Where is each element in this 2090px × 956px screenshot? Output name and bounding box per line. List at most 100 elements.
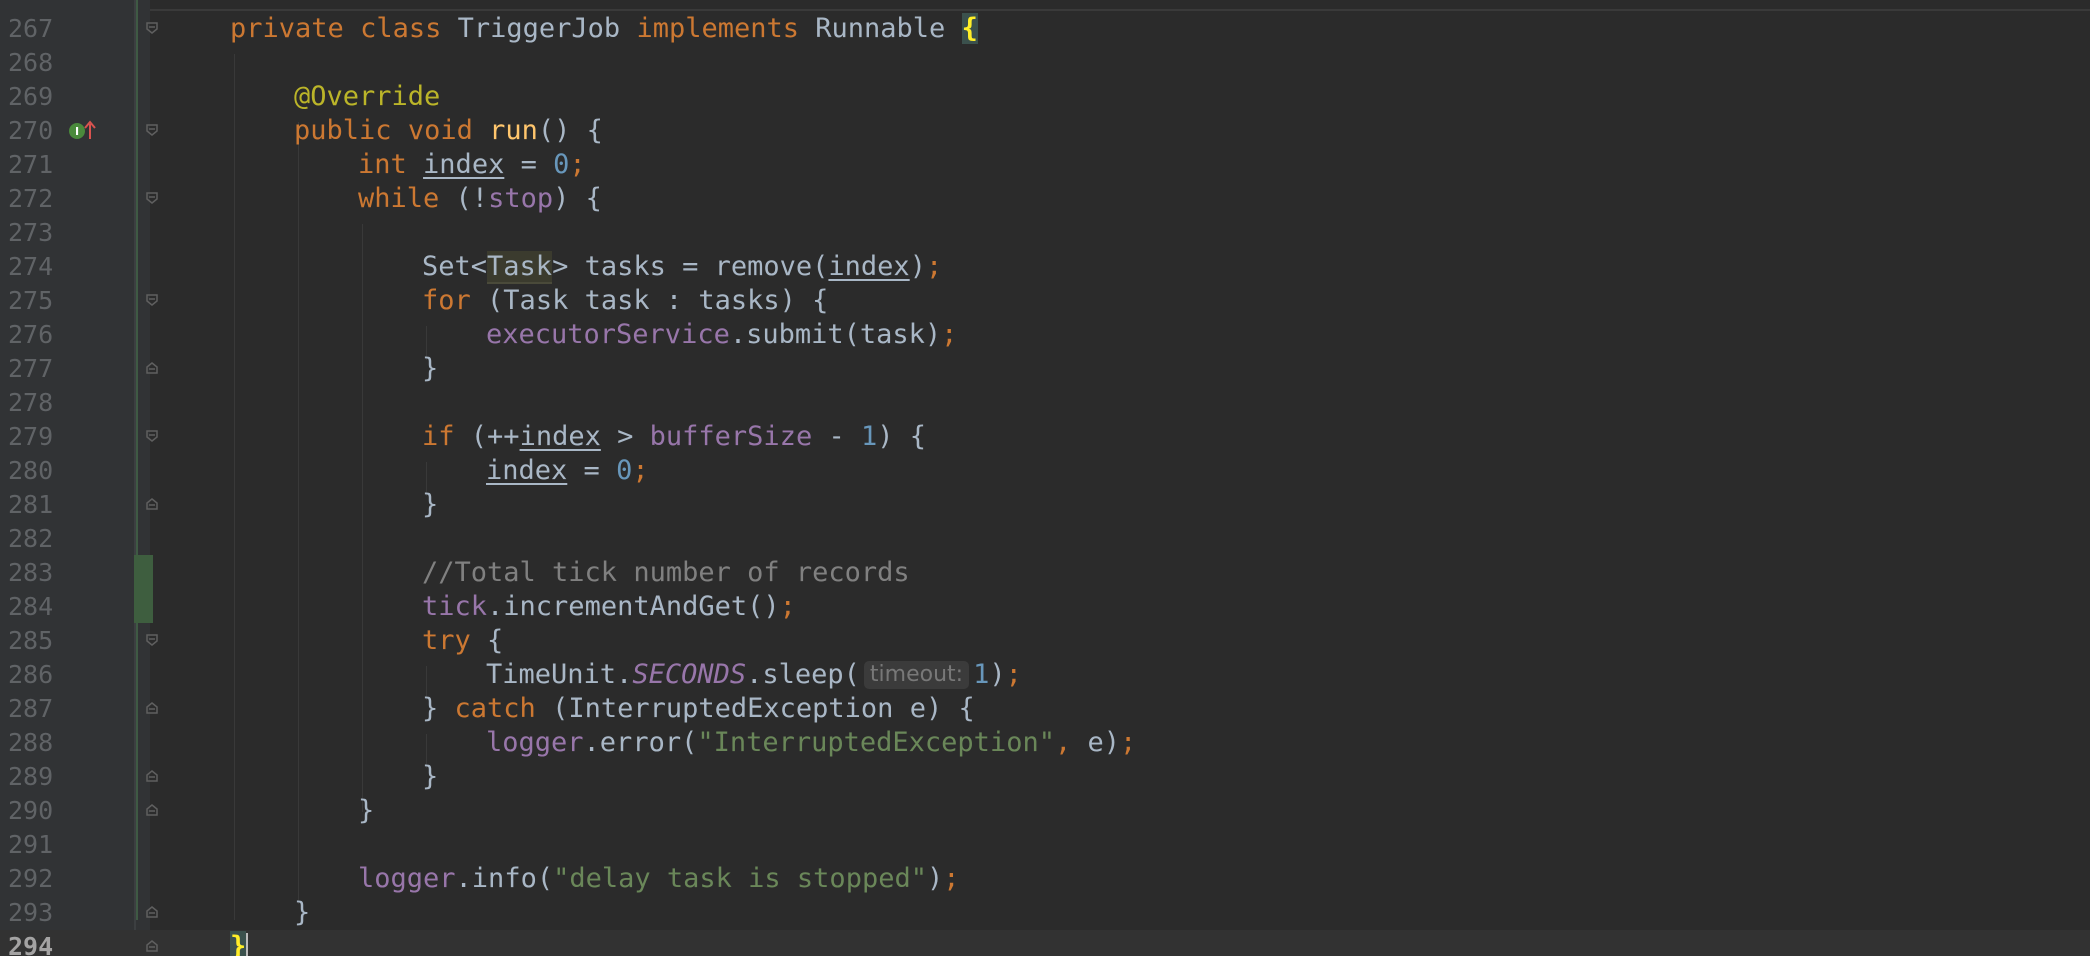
code-line[interactable]: 279 if (++index > bufferSize - 1) { [0, 420, 2090, 454]
matched-brace: } [230, 931, 247, 956]
code-text[interactable]: } [422, 352, 438, 386]
line-number: 292 [8, 864, 54, 893]
code-text[interactable]: while (!stop) { [358, 182, 602, 216]
fold-end-icon[interactable] [145, 361, 159, 375]
code-line[interactable]: 271 int index = 0; [0, 148, 2090, 182]
code-text[interactable]: executorService.submit(task); [486, 318, 957, 352]
code-text[interactable]: tick.incrementAndGet(); [422, 590, 796, 624]
line-number: 288 [8, 728, 54, 757]
code-line[interactable]: 290 } [0, 794, 2090, 828]
code-line[interactable]: 276 executorService.submit(task); [0, 318, 2090, 352]
line-number: 290 [8, 796, 54, 825]
line-number: 274 [8, 252, 54, 281]
line-number: 281 [8, 490, 54, 519]
code-line[interactable]: 293 } [0, 896, 2090, 930]
code-text[interactable]: Set<Task> tasks = remove(index); [422, 250, 942, 284]
line-number: 283 [8, 558, 54, 587]
code-text[interactable]: } catch (InterruptedException e) { [422, 692, 975, 726]
code-line[interactable]: 284 tick.incrementAndGet(); [0, 590, 2090, 624]
highlighted-usage: Task [487, 251, 553, 284]
code-text[interactable]: for (Task task : tasks) { [422, 284, 828, 318]
matched-brace: { [961, 13, 978, 44]
line-number: 294 [8, 932, 54, 956]
code-text[interactable]: public void run() { [294, 114, 603, 148]
line-number: 280 [8, 456, 54, 485]
code-line-current[interactable]: 294 } [0, 930, 2090, 956]
fold-collapse-icon[interactable] [145, 293, 159, 307]
code-text[interactable]: } [422, 488, 438, 522]
parameter-hint: timeout: [863, 661, 970, 689]
code-text[interactable]: private class TriggerJob implements Runn… [230, 12, 978, 46]
code-line[interactable]: 278 [0, 386, 2090, 420]
line-number: 279 [8, 422, 54, 451]
fold-collapse-icon[interactable] [145, 429, 159, 443]
code-text[interactable]: logger.error("InterruptedException", e); [486, 726, 1136, 760]
code-line[interactable]: 268 [0, 46, 2090, 80]
method-separator-line [150, 9, 2090, 11]
code-line[interactable]: 267 private class TriggerJob implements … [0, 12, 2090, 46]
line-number: 272 [8, 184, 54, 213]
line-number: 286 [8, 660, 54, 689]
line-number: 282 [8, 524, 54, 553]
code-text[interactable]: int index = 0; [358, 148, 586, 182]
code-text[interactable]: logger.info("delay task is stopped"); [358, 862, 960, 896]
line-number: 273 [8, 218, 54, 247]
fold-end-icon[interactable] [145, 701, 159, 715]
line-number: 269 [8, 82, 54, 111]
code-line[interactable]: 274 Set<Task> tasks = remove(index); [0, 250, 2090, 284]
code-line[interactable]: 272 while (!stop) { [0, 182, 2090, 216]
code-line[interactable]: 282 [0, 522, 2090, 556]
code-text[interactable]: if (++index > bufferSize - 1) { [422, 420, 926, 454]
code-line[interactable]: 277 } [0, 352, 2090, 386]
code-text[interactable]: @Override [294, 80, 440, 114]
line-number: 291 [8, 830, 54, 859]
line-number: 289 [8, 762, 54, 791]
code-text[interactable]: index = 0; [486, 454, 649, 488]
fold-end-icon[interactable] [145, 939, 159, 953]
code-line[interactable]: 280 index = 0; [0, 454, 2090, 488]
code-line[interactable]: 291 [0, 828, 2090, 862]
code-line[interactable]: 283 //Total tick number of records [0, 556, 2090, 590]
code-line[interactable]: 281 } [0, 488, 2090, 522]
line-number: 287 [8, 694, 54, 723]
code-line[interactable]: 270 I public void run() { [0, 114, 2090, 148]
code-line[interactable]: 285 try { [0, 624, 2090, 658]
code-text[interactable]: } [358, 794, 374, 828]
code-line[interactable]: 286 TimeUnit.SECONDS.sleep(timeout: 1); [0, 658, 2090, 692]
line-number: 293 [8, 898, 54, 927]
code-line[interactable]: 292 logger.info("delay task is stopped")… [0, 862, 2090, 896]
fold-collapse-icon[interactable] [145, 21, 159, 35]
code-editor[interactable]: 267 private class TriggerJob implements … [0, 0, 2090, 956]
line-number: 277 [8, 354, 54, 383]
code-text[interactable]: TimeUnit.SECONDS.sleep(timeout: 1); [486, 658, 1022, 692]
fold-collapse-icon[interactable] [145, 123, 159, 137]
line-number: 285 [8, 626, 54, 655]
line-number: 268 [8, 48, 54, 77]
svg-text:I: I [75, 125, 79, 138]
code-text[interactable]: } [230, 930, 249, 956]
fold-end-icon[interactable] [145, 497, 159, 511]
line-number: 275 [8, 286, 54, 315]
line-number: 270 [8, 116, 54, 145]
code-text[interactable]: //Total tick number of records [422, 556, 910, 590]
line-number: 271 [8, 150, 54, 179]
fold-end-icon[interactable] [145, 803, 159, 817]
code-line[interactable]: 275 for (Task task : tasks) { [0, 284, 2090, 318]
code-text[interactable]: } [294, 896, 310, 930]
line-number: 267 [8, 14, 54, 43]
line-number: 276 [8, 320, 54, 349]
fold-end-icon[interactable] [145, 905, 159, 919]
fold-collapse-icon[interactable] [145, 191, 159, 205]
code-line[interactable]: 287 } catch (InterruptedException e) { [0, 692, 2090, 726]
code-line[interactable]: 289 } [0, 760, 2090, 794]
line-number: 278 [8, 388, 54, 417]
code-line[interactable]: 273 [0, 216, 2090, 250]
code-text[interactable]: try { [422, 624, 503, 658]
text-caret [246, 933, 249, 956]
fold-end-icon[interactable] [145, 769, 159, 783]
code-text[interactable]: } [422, 760, 438, 794]
code-line[interactable]: 288 logger.error("InterruptedException",… [0, 726, 2090, 760]
implements-method-icon[interactable]: I [68, 120, 96, 142]
fold-collapse-icon[interactable] [145, 633, 159, 647]
code-line[interactable]: 269 @Override [0, 80, 2090, 114]
